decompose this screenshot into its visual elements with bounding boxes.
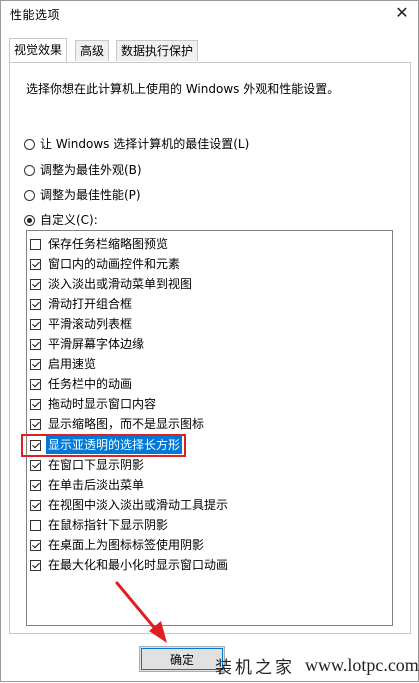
list-item-label: 在桌面上为图标标签使用阴影 bbox=[48, 538, 205, 552]
tab-visual-effects[interactable]: 视觉效果 bbox=[9, 38, 68, 62]
list-item-mouse-pointer-shadow[interactable]: 在鼠标指针下显示阴影 bbox=[30, 516, 170, 534]
list-item-show-window-contents-dragging[interactable]: 拖动时显示窗口内容 bbox=[30, 395, 158, 413]
radio-label: 自定义(C): bbox=[40, 213, 98, 227]
list-item-fade-menus-after-click[interactable]: 在单击后淡出菜单 bbox=[30, 476, 146, 494]
close-icon[interactable]: ✕ bbox=[394, 5, 410, 21]
checkbox-icon[interactable] bbox=[30, 519, 41, 531]
list-item-slide-combo-boxes[interactable]: 滑动打开组合框 bbox=[30, 295, 134, 313]
checkbox-icon[interactable] bbox=[30, 338, 41, 350]
tab-advanced[interactable]: 高级 bbox=[75, 40, 110, 61]
list-item-label: 拖动时显示窗口内容 bbox=[48, 397, 157, 411]
watermark: 装机之家 www.lotpc.com bbox=[209, 647, 419, 683]
radio-let-windows-choose[interactable]: 让 Windows 选择计算机的最佳设置(L) bbox=[24, 136, 249, 152]
list-item-label: 显示缩略图，而不是显示图标 bbox=[48, 417, 205, 431]
radio-label: 让 Windows 选择计算机的最佳设置(L) bbox=[40, 137, 250, 151]
checkbox-icon[interactable] bbox=[30, 318, 41, 330]
radio-label: 调整为最佳性能(P) bbox=[40, 188, 141, 202]
list-item-label: 平滑屏幕字体边缘 bbox=[48, 337, 145, 351]
visual-effects-list[interactable]: 保存任务栏缩略图预览 窗口内的动画控件和元素 淡入淡出或滑动菜单到视图 滑动打开… bbox=[26, 230, 393, 626]
checkbox-icon[interactable] bbox=[30, 358, 41, 370]
checkbox-icon[interactable] bbox=[30, 559, 41, 571]
list-item-translucent-selection-rectangle[interactable]: 显示亚透明的选择长方形 bbox=[30, 436, 183, 454]
watermark-text: 装机之家 bbox=[215, 657, 295, 678]
list-item-label: 在最大化和最小化时显示窗口动画 bbox=[48, 558, 229, 572]
list-item-fade-slide-menus[interactable]: 淡入淡出或滑动菜单到视图 bbox=[30, 275, 194, 293]
radio-button-icon[interactable] bbox=[24, 189, 35, 201]
list-item-fade-slide-tooltips[interactable]: 在视图中淡入淡出或滑动工具提示 bbox=[30, 496, 230, 514]
list-item-label: 滑动打开组合框 bbox=[48, 297, 133, 311]
ok-button-label: 确定 bbox=[169, 652, 194, 667]
radio-best-appearance[interactable]: 调整为最佳外观(B) bbox=[24, 162, 142, 178]
list-item-label: 显示亚透明的选择长方形 bbox=[46, 436, 183, 454]
checkbox-icon[interactable] bbox=[30, 398, 41, 410]
checkbox-icon[interactable] bbox=[30, 378, 41, 390]
list-item-show-thumbnails[interactable]: 显示缩略图，而不是显示图标 bbox=[30, 415, 206, 433]
list-item-label: 在视图中淡入淡出或滑动工具提示 bbox=[48, 498, 229, 512]
list-item-label: 在窗口下显示阴影 bbox=[48, 458, 145, 472]
window-title: 性能选项 bbox=[10, 8, 61, 22]
list-item-label: 任务栏中的动画 bbox=[48, 377, 133, 391]
list-item-label: 淡入淡出或滑动菜单到视图 bbox=[48, 277, 193, 291]
list-item-window-shadows[interactable]: 在窗口下显示阴影 bbox=[30, 456, 146, 474]
list-item-label: 在鼠标指针下显示阴影 bbox=[48, 518, 169, 532]
tab-data-execution-prevention[interactable]: 数据执行保护 bbox=[116, 40, 199, 61]
list-item-label: 启用速览 bbox=[48, 357, 97, 371]
performance-options-dialog: 性能选项 ✕ 视觉效果 高级 数据执行保护 选择你想在此计算机上使用的 Wind… bbox=[0, 0, 419, 682]
list-item-label: 平滑滚动列表框 bbox=[48, 317, 133, 331]
checkbox-icon[interactable] bbox=[30, 479, 41, 491]
watermark-url: www.lotpc.com bbox=[305, 654, 419, 675]
checkbox-icon[interactable] bbox=[30, 278, 41, 290]
checkbox-icon[interactable] bbox=[30, 418, 41, 430]
red-arrow-annotation bbox=[115, 581, 167, 643]
list-item-desktop-icon-label-shadows[interactable]: 在桌面上为图标标签使用阴影 bbox=[30, 536, 206, 554]
checkbox-icon[interactable] bbox=[30, 258, 41, 270]
radio-button-icon[interactable] bbox=[24, 164, 35, 176]
list-item-smooth-font-edges[interactable]: 平滑屏幕字体边缘 bbox=[30, 335, 146, 353]
checkbox-icon[interactable] bbox=[30, 459, 41, 471]
list-item-smooth-scroll-list-boxes[interactable]: 平滑滚动列表框 bbox=[30, 315, 134, 333]
radio-button-icon[interactable] bbox=[24, 138, 35, 150]
visual-effects-panel: 选择你想在此计算机上使用的 Windows 外观和性能设置。 让 Windows… bbox=[9, 62, 411, 634]
checkbox-icon[interactable] bbox=[30, 238, 41, 250]
checkbox-icon[interactable] bbox=[30, 499, 41, 511]
checkbox-icon[interactable] bbox=[30, 439, 41, 451]
list-item-animate-min-max-windows[interactable]: 在最大化和最小化时显示窗口动画 bbox=[30, 556, 230, 574]
panel-description: 选择你想在此计算机上使用的 Windows 外观和性能设置。 bbox=[26, 82, 340, 96]
list-item-enable-peek[interactable]: 启用速览 bbox=[30, 355, 98, 373]
list-item-label: 窗口内的动画控件和元素 bbox=[48, 257, 181, 271]
checkbox-icon[interactable] bbox=[30, 539, 41, 551]
list-item-taskbar-thumbnail-preview[interactable]: 保存任务栏缩略图预览 bbox=[30, 235, 170, 253]
list-item-label: 保存任务栏缩略图预览 bbox=[48, 237, 169, 251]
radio-label: 调整为最佳外观(B) bbox=[40, 163, 142, 177]
list-item-animate-controls[interactable]: 窗口内的动画控件和元素 bbox=[30, 255, 182, 273]
checkbox-icon[interactable] bbox=[30, 298, 41, 310]
radio-custom[interactable]: 自定义(C): bbox=[24, 212, 98, 228]
list-item-label: 在单击后淡出菜单 bbox=[48, 478, 145, 492]
radio-best-performance[interactable]: 调整为最佳性能(P) bbox=[24, 187, 141, 203]
radio-button-icon[interactable] bbox=[24, 214, 35, 226]
list-item-taskbar-animations[interactable]: 任务栏中的动画 bbox=[30, 375, 134, 393]
